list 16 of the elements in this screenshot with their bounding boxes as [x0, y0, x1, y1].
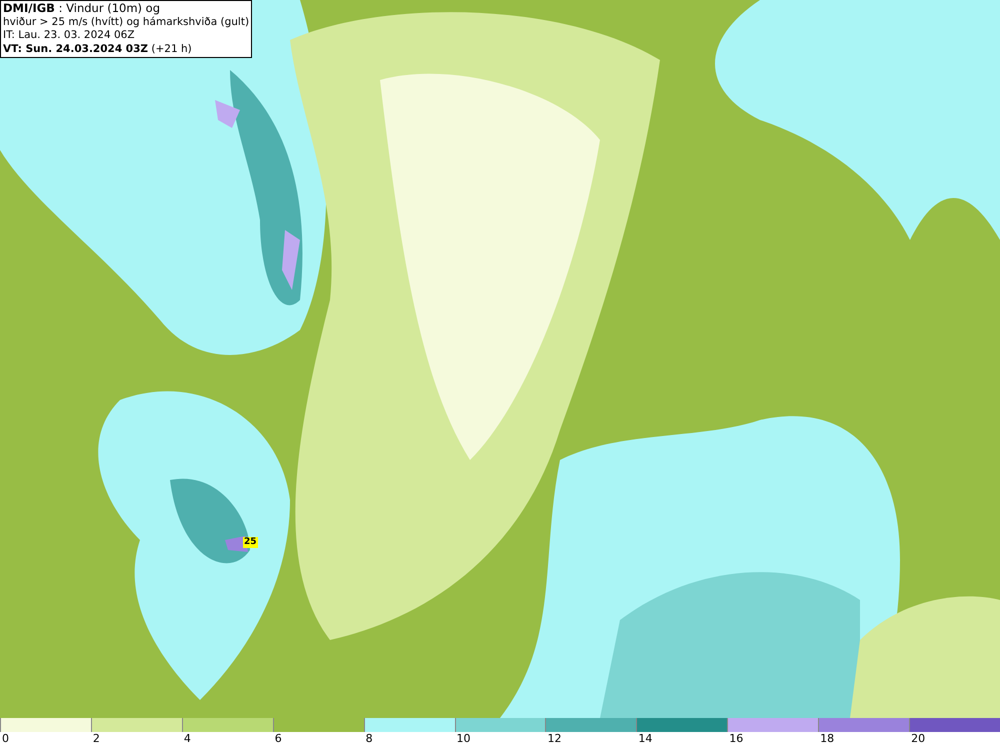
info-line: IT: Lau. 23. 03. 2024 06Z: [3, 29, 135, 42]
legend-tick-label: 4: [182, 732, 191, 746]
info-line: VT: Sun. 24.03.2024 03Z (+21 h): [3, 42, 192, 56]
legend-tick-label: 6: [274, 732, 282, 746]
legend-tick-label: 12: [546, 732, 562, 746]
max-gust-label: 25: [243, 537, 258, 548]
legend-tick-label: 18: [819, 732, 834, 746]
legend-tick-label: 16: [728, 732, 744, 746]
legend-tick-label: 10: [456, 732, 471, 746]
info-line: DMI/IGB : Vindur (10m) og: [3, 2, 160, 16]
legend-tick-label: 0: [1, 732, 9, 746]
legend-tick-label: 2: [92, 732, 100, 746]
legend-tick-label: 14: [637, 732, 652, 746]
legend-tick-label: 20: [910, 732, 926, 746]
legend-tick-label: 8: [364, 732, 373, 746]
info-line: hviður > 25 m/s (hvítt) og hámarkshviða (gult): [3, 16, 250, 29]
